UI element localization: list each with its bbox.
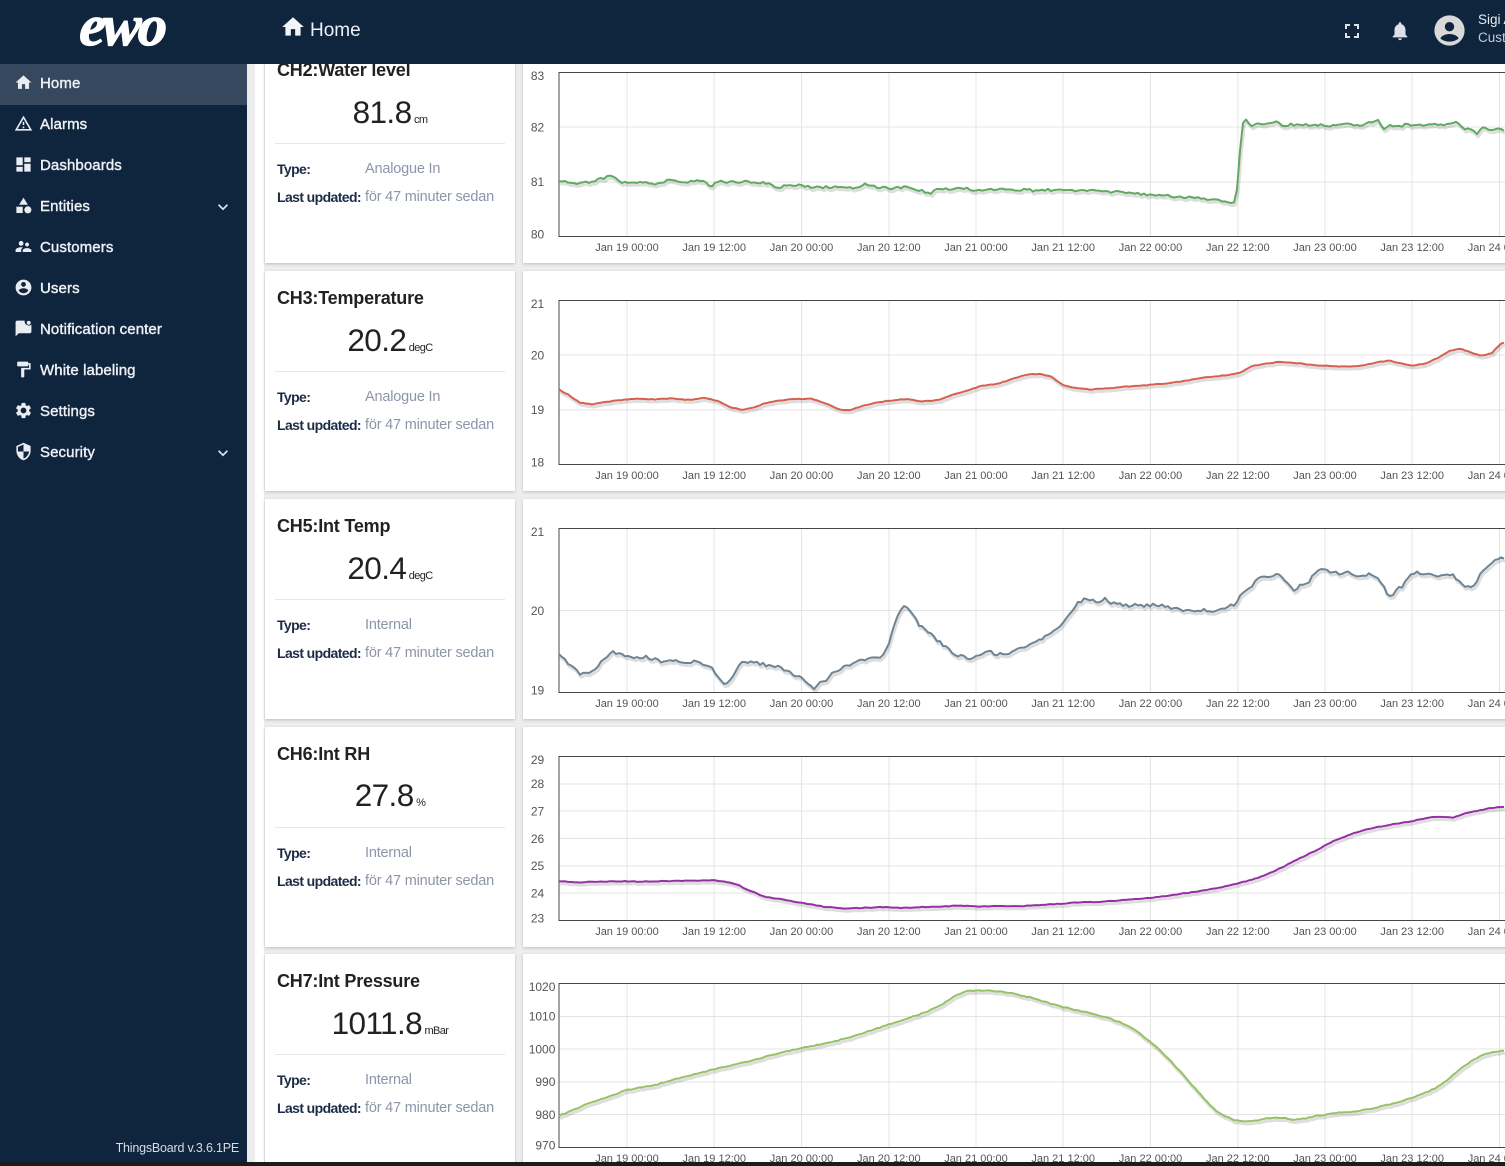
svg-text:1000: 1000 [529,1042,556,1056]
svg-text:20: 20 [531,604,545,618]
svg-text:27: 27 [531,804,545,818]
svg-text:Jan 22 00:00: Jan 22 00:00 [1119,242,1183,254]
svg-text:Jan 19 12:00: Jan 19 12:00 [682,698,746,710]
svg-text:Jan 21 12:00: Jan 21 12:00 [1031,698,1095,710]
svg-text:Jan 22 00:00: Jan 22 00:00 [1119,470,1183,482]
svg-text:Jan 20 00:00: Jan 20 00:00 [770,698,834,710]
svg-text:Jan 21 00:00: Jan 21 00:00 [944,242,1008,254]
svg-text:Jan 24 00:00: Jan 24 00:00 [1468,698,1505,710]
svg-text:Jan 23 00:00: Jan 23 00:00 [1293,242,1357,254]
svg-text:Jan 22 12:00: Jan 22 12:00 [1206,926,1270,938]
svg-text:ewo: ewo [78,0,169,58]
svg-text:990: 990 [535,1075,555,1089]
svg-text:Jan 24 00:00: Jan 24 00:00 [1468,926,1505,938]
svg-text:18: 18 [531,455,545,469]
svg-text:21: 21 [531,297,545,311]
svg-text:Jan 21 12:00: Jan 21 12:00 [1031,242,1095,254]
svg-text:82: 82 [531,121,545,135]
svg-text:Jan 21 00:00: Jan 21 00:00 [944,698,1008,710]
svg-text:Jan 21 12:00: Jan 21 12:00 [1031,926,1095,938]
svg-text:Jan 20 12:00: Jan 20 12:00 [857,698,921,710]
svg-text:Jan 20 00:00: Jan 20 00:00 [770,926,834,938]
svg-text:Jan 22 12:00: Jan 22 12:00 [1206,698,1270,710]
svg-text:Jan 20 12:00: Jan 20 12:00 [857,926,921,938]
svg-text:Jan 23 12:00: Jan 23 12:00 [1380,926,1444,938]
svg-text:980: 980 [535,1108,555,1122]
svg-text:Jan 22 12:00: Jan 22 12:00 [1206,242,1270,254]
svg-text:Jan 19 00:00: Jan 19 00:00 [595,242,659,254]
svg-text:Jan 23 12:00: Jan 23 12:00 [1380,242,1444,254]
svg-text:Jan 23 00:00: Jan 23 00:00 [1293,698,1357,710]
svg-text:23: 23 [531,911,545,925]
svg-text:Jan 22 00:00: Jan 22 00:00 [1119,926,1183,938]
svg-text:26: 26 [531,831,545,845]
svg-text:81: 81 [531,175,545,189]
svg-text:Jan 23 00:00: Jan 23 00:00 [1293,926,1357,938]
svg-text:Jan 24 00:00: Jan 24 00:00 [1468,470,1505,482]
svg-text:1020: 1020 [529,980,556,994]
svg-text:Jan 20 12:00: Jan 20 12:00 [857,470,921,482]
svg-text:Jan 23 12:00: Jan 23 12:00 [1380,698,1444,710]
svg-text:25: 25 [531,859,545,873]
svg-text:Jan 20 00:00: Jan 20 00:00 [770,470,834,482]
svg-text:Jan 21 12:00: Jan 21 12:00 [1031,470,1095,482]
svg-text:Jan 23 12:00: Jan 23 12:00 [1380,470,1444,482]
svg-text:19: 19 [531,683,545,697]
svg-text:Jan 20 00:00: Jan 20 00:00 [770,242,834,254]
svg-text:Jan 19 00:00: Jan 19 00:00 [595,470,659,482]
svg-text:Jan 24 00:00: Jan 24 00:00 [1468,242,1505,254]
svg-text:Jan 19 12:00: Jan 19 12:00 [682,926,746,938]
svg-text:19: 19 [531,403,545,417]
svg-text:29: 29 [531,752,545,766]
svg-text:Jan 21 00:00: Jan 21 00:00 [944,926,1008,938]
svg-text:Jan 19 00:00: Jan 19 00:00 [595,926,659,938]
svg-text:Jan 21 00:00: Jan 21 00:00 [944,470,1008,482]
svg-text:Jan 22 00:00: Jan 22 00:00 [1119,698,1183,710]
svg-text:83: 83 [531,69,545,83]
svg-text:80: 80 [531,227,545,241]
svg-text:Jan 22 12:00: Jan 22 12:00 [1206,470,1270,482]
svg-text:28: 28 [531,777,545,791]
svg-text:1010: 1010 [529,1010,556,1024]
svg-text:970: 970 [535,1138,555,1152]
svg-text:Jan 19 12:00: Jan 19 12:00 [682,470,746,482]
svg-text:24: 24 [531,886,545,900]
svg-text:20: 20 [531,349,545,363]
svg-text:21: 21 [531,525,545,539]
svg-text:Jan 19 00:00: Jan 19 00:00 [595,698,659,710]
svg-text:Jan 19 12:00: Jan 19 12:00 [682,242,746,254]
svg-text:Jan 20 12:00: Jan 20 12:00 [857,242,921,254]
svg-text:Jan 23 00:00: Jan 23 00:00 [1293,470,1357,482]
